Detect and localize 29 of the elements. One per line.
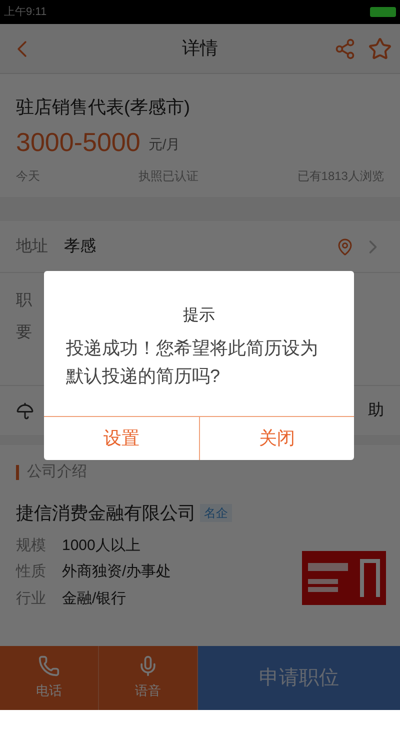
- section-marker: [16, 464, 19, 480]
- dialog-button[interactable]: 设置: [44, 417, 198, 460]
- company-tag: 名企: [200, 504, 232, 522]
- salary-unit: 元/月: [148, 135, 180, 154]
- share-icon[interactable]: [334, 38, 356, 60]
- star-icon[interactable]: [368, 36, 392, 60]
- fact-value: 金融/银行: [62, 588, 126, 608]
- address-label: 地址: [16, 236, 48, 256]
- battery-icon: [370, 7, 396, 17]
- row-label: 要: [16, 323, 32, 343]
- action-button[interactable]: 语音: [99, 646, 198, 710]
- fact-value: 外商独资/办事处: [62, 562, 172, 582]
- status-time: 上午9:11: [4, 4, 47, 20]
- action-button[interactable]: 电话: [0, 646, 99, 710]
- dialog-message: 投递成功！您希望将此简历设为默认投递的简历吗?: [65, 337, 319, 388]
- company-name: 捷信消费金融有限公司: [16, 502, 196, 524]
- job-title: 驻店销售代表(孝感市): [16, 96, 191, 119]
- page-title: 详情: [182, 37, 218, 60]
- salary: 3000-5000: [16, 129, 140, 155]
- apply-button[interactable]: 申请职位: [198, 646, 400, 710]
- address-value: 孝感: [64, 236, 96, 256]
- fact-value: 1000人以上: [62, 536, 140, 556]
- map-pin-icon[interactable]: [336, 238, 354, 256]
- row-label: 职: [16, 291, 32, 311]
- row-text: 助: [368, 400, 384, 420]
- dialog-button[interactable]: 关闭: [198, 417, 354, 460]
- umbrella-icon: [16, 402, 34, 420]
- dialog-title: 提示: [182, 306, 216, 326]
- phone-icon: [38, 655, 60, 678]
